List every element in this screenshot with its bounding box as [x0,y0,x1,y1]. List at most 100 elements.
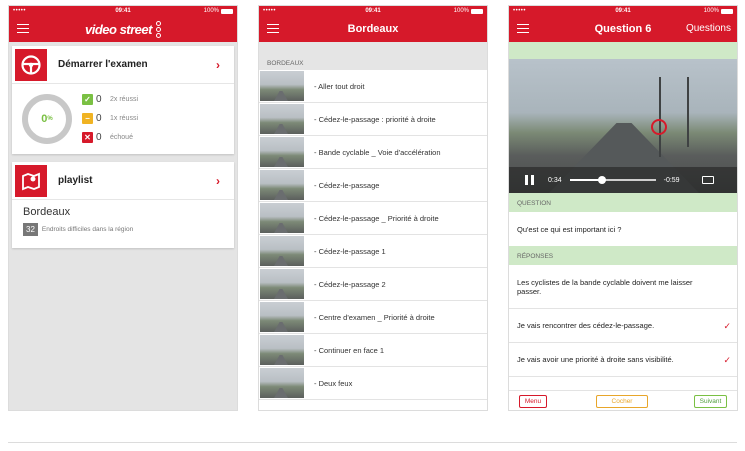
check-button[interactable]: Cocher [596,395,648,408]
video-thumbnail [260,236,304,266]
list-item[interactable]: - Cédez-le-passage _ Priorité à droite [259,202,487,235]
bottom-divider [8,442,737,443]
exam-card-title: Démarrer l'examen [58,59,148,70]
video-thumbnail [260,302,304,332]
menu-button[interactable]: Menu [519,395,547,408]
video-player[interactable]: 0:34 -0:59 [509,59,737,193]
chevron-right-icon: › [216,174,220,188]
captions-icon[interactable] [701,176,714,184]
answers-list: Les cyclistes de la bande cyclable doive… [509,265,737,377]
status-bar: ••••• 09:41 100% [509,6,737,16]
battery-indicator: 100% [454,8,483,14]
phone-home-screen: ••••• 09:41 100% video street Démarrer l… [8,5,238,411]
battery-label: 100% [703,8,719,14]
nav-bar: video street [9,16,237,42]
list-item-label: - Deux feux [314,378,353,388]
answer-option[interactable]: Je vais rencontrer des cédez-le-passage.… [509,309,737,343]
playlist-description: Endroits difficiles dans la région [41,226,134,233]
map-pin-icon [15,164,47,197]
stat-row-once: − 0 1x réussi [82,113,138,124]
remaining-time: -0:59 [663,176,680,184]
menu-icon[interactable] [517,24,529,33]
battery-indicator: 100% [704,8,733,14]
playlist-body: Bordeaux 32 Endroits difficiles dans la … [12,200,234,248]
stat-count: 0 [96,113,102,124]
progress-unit: % [47,116,53,122]
page-title: Bordeaux [347,23,399,35]
check-icon: ✓ [723,354,731,365]
stat-row-failed: ✕ 0 échoué [82,132,133,143]
screenshot-stage: ••••• 09:41 100% video street Démarrer l… [0,0,745,451]
status-bar: ••••• 09:41 100% [259,6,487,16]
check-icon: ✓ [723,320,731,331]
status-bar: ••••• 09:41 100% [9,6,237,16]
list-item[interactable]: - Cédez-le-passage 1 [259,235,487,268]
playlist-card-title: playlist [58,175,93,186]
phone-playlist-screen: ••••• 09:41 100% Bordeaux BORDEAUX - All… [258,5,488,411]
playlist-region: Bordeaux [23,206,71,218]
exam-card-header[interactable]: Démarrer l'examen › [12,46,234,84]
questions-link[interactable]: Questions [686,23,731,34]
list-item[interactable]: - Cédez-le-passage [259,169,487,202]
progress-ring: 0% [22,94,72,144]
video-thumbnail [260,170,304,200]
app-logo: video street [85,20,161,38]
chevron-right-icon: › [216,58,220,72]
answer-option[interactable]: Les cyclistes de la bande cyclable doive… [509,265,737,309]
stat-label: 1x réussi [110,115,139,122]
video-thumbnail [260,203,304,233]
playlist-card-header[interactable]: playlist › [12,162,234,200]
pole-graphic [687,77,689,147]
hazard-marker-icon [651,119,667,135]
menu-icon[interactable] [17,24,29,33]
list-item-label: - Cédez-le-passage _ Priorité à droite [314,213,439,223]
list-item[interactable]: - Centre d'examen _ Priorité à droite [259,301,487,334]
answers-header: RÉPONSES [509,246,737,265]
video-thumbnail [260,269,304,299]
x-icon: ✕ [82,132,93,143]
answer-text: Je vais avoir une priorité à droite sans… [517,355,674,364]
video-thumbnail [260,71,304,101]
nav-bar: Question 6 Questions [509,16,737,42]
question-header: QUESTION [509,193,737,212]
list-item[interactable]: - Continuer en face 1 [259,334,487,367]
pause-icon[interactable] [525,175,534,185]
list-item-label: - Bande cyclable _ Voie d'accélération [314,147,441,157]
playlist-count-badge: 32 [23,223,38,236]
battery-indicator: 100% [204,8,233,14]
next-button[interactable]: Suivant [694,395,727,408]
scrubber-knob[interactable] [598,176,607,184]
stat-row-twice: ✓ 0 2x réussi [82,94,138,105]
list-item[interactable]: - Cédez-le-passage : priorité à droite [259,103,487,136]
video-controls: 0:34 -0:59 [509,167,737,193]
battery-label: 100% [453,8,469,14]
list-item[interactable]: - Bande cyclable _ Voie d'accélération [259,136,487,169]
answer-option[interactable]: Je vais avoir une priorité à droite sans… [509,343,737,377]
playlist-card[interactable]: playlist › Bordeaux 32 Endroits difficil… [12,162,234,248]
list-item-label: - Cédez-le-passage : priorité à droite [314,114,436,124]
video-thumbnail [260,335,304,365]
stat-count: 0 [96,94,102,105]
stat-count: 0 [96,132,102,143]
minus-icon: − [82,113,93,124]
list-item[interactable]: - Cédez-le-passage 2 [259,268,487,301]
list-item-label: - Centre d'examen _ Priorité à droite [314,312,435,322]
video-thumbnail [260,368,304,398]
battery-icon [471,8,483,14]
exam-stats: 0% ✓ 0 2x réussi − 0 1x réussi ✕ 0 échou… [12,84,234,154]
action-bar: Menu Cocher Suivant [509,390,737,410]
list-item-label: - Cédez-le-passage 2 [314,279,386,289]
stat-label: 2x réussi [110,96,139,103]
menu-icon[interactable] [267,24,279,33]
answer-text: Les cyclistes de la bande cyclable doive… [517,277,693,296]
exam-card[interactable]: Démarrer l'examen › 0% ✓ 0 2x réussi − 0… [12,46,234,154]
playlist-meta: 32 Endroits difficiles dans la région [23,223,223,236]
list-item[interactable]: - Aller tout droit [259,70,487,103]
list-item[interactable]: - Deux feux [259,367,487,400]
check-icon: ✓ [82,94,93,105]
phone-question-screen: ••••• 09:41 100% Question 6 Questions 0:… [508,5,738,411]
scrubber-track[interactable] [569,176,656,184]
pole-graphic [659,77,661,157]
elapsed-time: 0:34 [548,176,562,184]
logo-text: video street [85,21,152,37]
